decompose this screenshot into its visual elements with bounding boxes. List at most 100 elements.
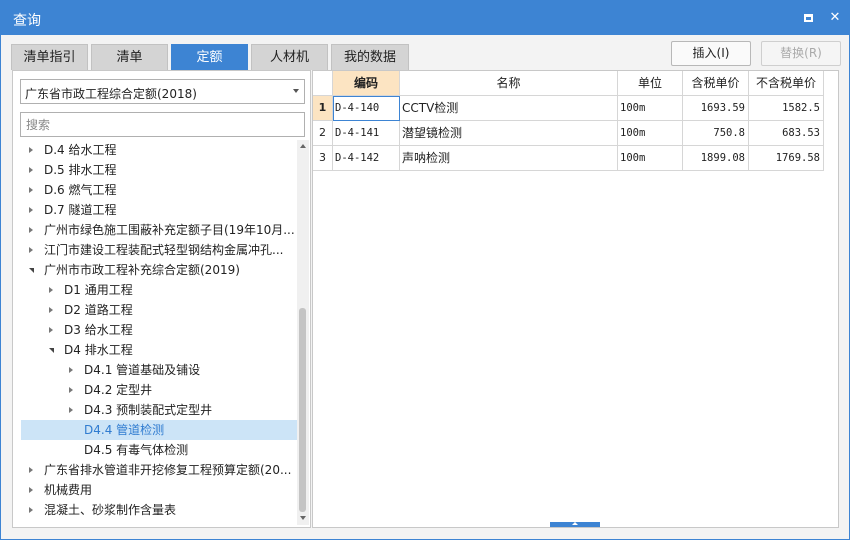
tree-item-label: 机械费用 [44, 483, 93, 497]
close-icon[interactable]: ✕ [827, 10, 843, 26]
tree-item-label: D.6 燃气工程 [44, 183, 117, 197]
panel-splitter[interactable] [550, 522, 600, 527]
tree-item-label: 广州市市政工程补充综合定额(2019) [44, 263, 240, 277]
tree-item-label: 广州市绿色施工围蔽补充定额子目(19年10月... [44, 223, 295, 237]
tab-bill-guide[interactable]: 清单指引 [11, 44, 88, 70]
table-cell[interactable]: 1693.59 [683, 96, 749, 121]
tree-item[interactable]: D2 道路工程 [13, 300, 297, 320]
tree-item-label: D2 道路工程 [64, 303, 133, 317]
tree-item[interactable]: D4.5 有毒气体检测 [13, 440, 297, 460]
collapsed-arrow-icon[interactable] [29, 507, 33, 513]
collapsed-arrow-icon[interactable] [29, 187, 33, 193]
table-cell[interactable]: 100m [618, 96, 683, 121]
tree-item-label: D4.3 预制装配式定型井 [84, 403, 213, 417]
tree-item-label: D.4 给水工程 [44, 143, 117, 157]
quota-grid-panel: 编码 名称 单位 含税单价 不含税单价 1 D-4-140 CCTV检测 100m 1693.59… [312, 70, 839, 528]
table-cell[interactable]: 1582.5 [749, 96, 824, 121]
tree-item[interactable]: D.4 给水工程 [13, 140, 297, 160]
tree-item[interactable]: 江门市建设工程装配式轻型钢结构金属冲孔... [13, 240, 297, 260]
tab-my-data[interactable]: 我的数据 [331, 44, 409, 70]
collapsed-arrow-icon[interactable] [69, 367, 73, 373]
expanded-arrow-icon[interactable] [49, 348, 54, 353]
tree-item-label: 混凝土、砂浆制作含量表 [44, 503, 177, 517]
collapsed-arrow-icon[interactable] [29, 227, 33, 233]
row-number-header[interactable] [313, 71, 333, 96]
tree-item[interactable]: D4.1 管道基础及铺设 [13, 360, 297, 380]
tree-item[interactable]: D4 排水工程 [13, 340, 297, 360]
row-number[interactable]: 3 [313, 146, 333, 171]
replace-button[interactable]: 替换(R) [761, 41, 841, 66]
restore-icon[interactable] [801, 10, 817, 26]
table-cell[interactable]: D-4-142 [333, 146, 400, 171]
tree-item[interactable]: 广东省排水管道非开挖修复工程预算定额(20... [13, 460, 297, 480]
collapsed-arrow-icon[interactable] [29, 167, 33, 173]
table-cell[interactable]: 100m [618, 146, 683, 171]
tree-item[interactable]: D.5 排水工程 [13, 160, 297, 180]
collapsed-arrow-icon[interactable] [29, 247, 33, 253]
table-cell[interactable]: 潜望镜检测 [400, 121, 618, 146]
table-cell[interactable]: D-4-140 [333, 96, 400, 121]
quota-tree-panel: 广东省市政工程综合定额(2018) D.4 给水工程 D.5 排水工程 D.6 燃气… [12, 70, 311, 528]
collapsed-arrow-icon[interactable] [29, 147, 33, 153]
tree-item-label: D1 通用工程 [64, 283, 133, 297]
row-number[interactable]: 2 [313, 121, 333, 146]
tree-item-label: D3 给水工程 [64, 323, 133, 337]
tree-item-label: D4 排水工程 [64, 343, 133, 357]
window-title: 查询 [13, 13, 41, 29]
insert-button[interactable]: 插入(I) [671, 41, 751, 66]
code-header[interactable]: 编码 [333, 71, 400, 96]
tree-scrollbar[interactable] [297, 140, 309, 525]
collapsed-arrow-icon[interactable] [69, 387, 73, 393]
chevron-up-icon [572, 522, 578, 525]
tree-item-label: D4.4 管道检测 [84, 423, 165, 437]
collapsed-arrow-icon[interactable] [49, 307, 53, 313]
collapsed-arrow-icon[interactable] [69, 407, 73, 413]
tree-item-label: 江门市建设工程装配式轻型钢结构金属冲孔... [44, 243, 284, 257]
collapsed-arrow-icon[interactable] [29, 467, 33, 473]
query-dialog: 查询 ✕ 清单指引 清单 定额 人材机 我的数据 插入(I) 替换(R) 广东省… [0, 0, 850, 540]
tree-item[interactable]: D.6 燃气工程 [13, 180, 297, 200]
price-with-tax-header[interactable]: 含税单价 [683, 71, 749, 96]
tree-item[interactable]: D1 通用工程 [13, 280, 297, 300]
quota-tree: D.4 给水工程 D.5 排水工程 D.6 燃气工程 D.7 隧道工程广州市绿色施工围… [13, 140, 297, 525]
expanded-arrow-icon[interactable] [29, 268, 34, 273]
quota-library-value: 广东省市政工程综合定额(2018) [25, 87, 197, 101]
title-bar[interactable]: 查询 ✕ [1, 1, 849, 35]
price-without-tax-header[interactable]: 不含税单价 [749, 71, 824, 96]
table-cell[interactable]: 1899.08 [683, 146, 749, 171]
tree-item[interactable]: 混凝土、砂浆制作含量表 [13, 500, 297, 520]
table-cell[interactable]: 1769.58 [749, 146, 824, 171]
table-cell[interactable]: 683.53 [749, 121, 824, 146]
table-cell[interactable]: 100m [618, 121, 683, 146]
tab-bill[interactable]: 清单 [91, 44, 168, 70]
tree-item[interactable]: D3 给水工程 [13, 320, 297, 340]
name-header[interactable]: 名称 [400, 71, 618, 96]
tree-item[interactable]: D.7 隧道工程 [13, 200, 297, 220]
table-cell[interactable]: D-4-141 [333, 121, 400, 146]
tree-item[interactable]: 广州市绿色施工围蔽补充定额子目(19年10月... [13, 220, 297, 240]
scroll-down-icon[interactable] [300, 516, 306, 520]
collapsed-arrow-icon[interactable] [29, 487, 33, 493]
tree-item-label: D.5 排水工程 [44, 163, 117, 177]
tree-item[interactable]: 机械费用 [13, 480, 297, 500]
tree-item[interactable]: D4.3 预制装配式定型井 [13, 400, 297, 420]
scrollbar-thumb[interactable] [299, 308, 306, 512]
tree-item[interactable]: 广州市市政工程补充综合定额(2019) [13, 260, 297, 280]
tab-quota[interactable]: 定额 [171, 44, 248, 70]
tab-labor-material-machine[interactable]: 人材机 [251, 44, 328, 70]
collapsed-arrow-icon[interactable] [29, 207, 33, 213]
tree-item-label: D4.5 有毒气体检测 [84, 443, 189, 457]
table-cell[interactable]: 声呐检测 [400, 146, 618, 171]
search-input[interactable] [20, 112, 305, 137]
row-number[interactable]: 1 [313, 96, 333, 121]
tree-item[interactable]: D4.2 定型井 [13, 380, 297, 400]
collapsed-arrow-icon[interactable] [49, 327, 53, 333]
tree-item[interactable]: D4.4 管道检测 [21, 420, 297, 440]
scroll-up-icon[interactable] [300, 144, 306, 148]
collapsed-arrow-icon[interactable] [49, 287, 53, 293]
tree-item-label: D4.1 管道基础及铺设 [84, 363, 201, 377]
table-cell[interactable]: 750.8 [683, 121, 749, 146]
unit-header[interactable]: 单位 [618, 71, 683, 96]
table-cell[interactable]: CCTV检测 [400, 96, 618, 121]
quota-library-select[interactable]: 广东省市政工程综合定额(2018) [20, 79, 305, 104]
